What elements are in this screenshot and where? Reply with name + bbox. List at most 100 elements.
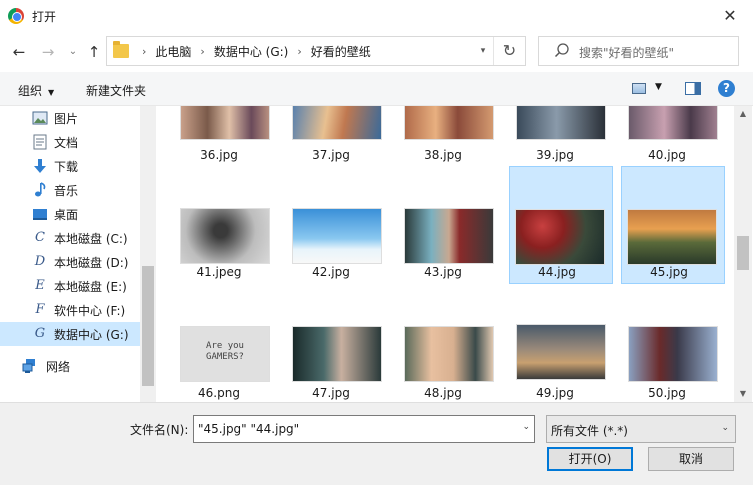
sidebar-item-pictures[interactable]: 图片	[0, 106, 140, 130]
preview-pane-icon[interactable]	[685, 82, 701, 95]
file-thumbnail	[516, 106, 606, 140]
breadcrumb-item[interactable]: 好看的壁纸	[311, 43, 371, 60]
scrollbar-thumb[interactable]	[737, 236, 749, 270]
new-folder-button[interactable]: 新建文件夹	[86, 82, 146, 99]
file-name: 42.jpg	[312, 265, 350, 279]
file-name: 48.jpg	[424, 386, 462, 400]
drive-d-icon: D	[34, 254, 46, 269]
sidebar-item-label: 数据中心 (G:)	[54, 328, 129, 342]
file-type-select[interactable]: 所有文件 (*.*) ⌄	[546, 415, 736, 443]
file-item[interactable]: 47.jpg	[279, 284, 383, 402]
command-toolbar: 组织 ▼ 新建文件夹 ▼ ?	[0, 72, 753, 106]
help-icon[interactable]: ?	[718, 80, 735, 97]
file-name: 45.jpg	[650, 265, 688, 279]
sidebar-item-drive-f[interactable]: F 软件中心 (F:)	[0, 298, 140, 322]
file-item[interactable]: 41.jpeg	[167, 166, 271, 284]
dialog-footer: 文件名(N): "45.jpg" "44.jpg" ⌄ 所有文件 (*.*) ⌄…	[0, 402, 753, 485]
file-name: 44.jpg	[538, 265, 576, 279]
refresh-icon[interactable]: ↻	[493, 37, 525, 65]
breadcrumb: › 此电脑 › 数据中心 (G:) › 好看的壁纸	[133, 37, 371, 65]
file-name: 46.png	[198, 386, 240, 400]
sidebar-item-network[interactable]: 网络	[0, 354, 140, 378]
file-thumbnail	[515, 209, 605, 265]
drive-c-icon: C	[35, 230, 45, 245]
sidebar-item-drive-e[interactable]: E 本地磁盘 (E:)	[0, 274, 140, 298]
desktop-icon	[33, 209, 47, 220]
sidebar-item-downloads[interactable]: 下载	[0, 154, 140, 178]
filename-field[interactable]: "45.jpg" "44.jpg" ⌄	[193, 415, 535, 443]
drive-g-icon: G	[34, 326, 46, 341]
sidebar-item-label: 文档	[54, 136, 79, 150]
chevron-right-icon[interactable]: ›	[200, 45, 204, 58]
view-options-icon[interactable]	[632, 83, 646, 94]
sidebar-scrollbar[interactable]	[140, 106, 156, 402]
breadcrumb-item[interactable]: 此电脑	[155, 43, 191, 60]
file-item[interactable]: 43.jpg	[391, 166, 495, 284]
sidebar-item-documents[interactable]: 文档	[0, 130, 140, 154]
up-arrow-icon[interactable]: ↑	[84, 42, 104, 62]
file-item[interactable]: 50.jpg	[615, 284, 719, 402]
back-arrow-icon[interactable]: ←	[9, 42, 29, 62]
file-thumbnail	[404, 106, 494, 140]
file-name: 40.jpg	[648, 148, 686, 162]
file-item[interactable]: 49.jpg	[503, 284, 607, 402]
file-thumbnail	[516, 324, 606, 380]
file-thumbnail	[180, 106, 270, 140]
title-bar: 打开 ✕	[0, 0, 753, 32]
file-name: 50.jpg	[648, 386, 686, 400]
drive-e-icon: E	[35, 278, 45, 293]
navigation-pane: 图片 文档 下载 音乐 桌面 C 本地磁盘 (C:) D 本地磁盘 (D:) E…	[0, 106, 140, 402]
cancel-button[interactable]: 取消	[648, 447, 734, 471]
file-name: 39.jpg	[536, 148, 574, 162]
pictures-icon	[32, 111, 48, 125]
sidebar-item-drive-g[interactable]: G 数据中心 (G:)	[0, 322, 140, 346]
sidebar-item-label: 本地磁盘 (E:)	[54, 280, 127, 294]
close-button[interactable]: ✕	[707, 0, 753, 32]
file-thumbnail: Are you GAMERS?	[180, 326, 270, 382]
chevron-down-icon[interactable]: ⌄	[721, 423, 729, 433]
sidebar-item-label: 网络	[46, 360, 71, 374]
sidebar-item-label: 软件中心 (F:)	[54, 304, 126, 318]
scroll-down-icon[interactable]: ▼	[734, 386, 752, 402]
file-item[interactable]: 42.jpg	[279, 166, 383, 284]
file-thumbnail	[292, 208, 382, 264]
folder-icon	[113, 41, 129, 58]
forward-arrow-icon[interactable]: →	[38, 42, 58, 62]
sidebar-item-drive-c[interactable]: C 本地磁盘 (C:)	[0, 226, 140, 250]
file-grid: 36.jpg 37.jpg 38.jpg 39.jpg 40.jpg 41.jp…	[156, 106, 734, 402]
caret-down-icon: ▼	[48, 88, 55, 97]
scroll-up-icon[interactable]: ▲	[734, 106, 752, 122]
chevron-right-icon[interactable]: ›	[297, 45, 301, 58]
breadcrumb-item[interactable]: 数据中心 (G:)	[214, 43, 289, 60]
recent-locations-icon[interactable]: ⌄	[63, 42, 83, 62]
file-thumbnail	[292, 326, 382, 382]
sidebar-item-label: 桌面	[54, 208, 79, 222]
scrollbar-thumb[interactable]	[142, 266, 154, 386]
navigation-bar: ← → ⌄ ↑ › 此电脑 › 数据中心 (G:) › 好看的壁纸 ▾ ↻ 搜索…	[0, 32, 753, 72]
file-name: 36.jpg	[200, 148, 238, 162]
file-name: 38.jpg	[424, 148, 462, 162]
file-name: 49.jpg	[536, 386, 574, 400]
file-item-selected[interactable]: 44.jpg	[509, 166, 613, 284]
sidebar-item-desktop[interactable]: 桌面	[0, 202, 140, 226]
organize-label: 组织	[18, 84, 43, 98]
open-button[interactable]: 打开(O)	[547, 447, 633, 471]
file-grid-scrollbar[interactable]: ▲ ▼	[734, 106, 752, 402]
file-item[interactable]: Are you GAMERS? 46.png	[167, 284, 271, 402]
chevron-down-icon[interactable]: ⌄	[522, 422, 530, 432]
sidebar-item-label: 音乐	[54, 184, 79, 198]
file-item-selected[interactable]: 45.jpg	[621, 166, 725, 284]
network-icon	[22, 359, 35, 373]
caret-down-icon[interactable]: ▼	[655, 82, 662, 92]
search-input[interactable]: 搜索"好看的壁纸"	[538, 36, 739, 66]
chevron-down-icon[interactable]: ▾	[475, 37, 491, 65]
filename-value: "45.jpg" "44.jpg"	[198, 422, 300, 436]
search-icon	[554, 43, 569, 58]
file-item[interactable]: 48.jpg	[391, 284, 495, 402]
filename-label: 文件名(N):	[130, 423, 189, 437]
organize-menu[interactable]: 组织 ▼	[18, 82, 54, 99]
sidebar-item-music[interactable]: 音乐	[0, 178, 140, 202]
sidebar-item-drive-d[interactable]: D 本地磁盘 (D:)	[0, 250, 140, 274]
chevron-right-icon[interactable]: ›	[142, 45, 146, 58]
address-bar[interactable]: › 此电脑 › 数据中心 (G:) › 好看的壁纸 ▾ ↻	[106, 36, 526, 66]
